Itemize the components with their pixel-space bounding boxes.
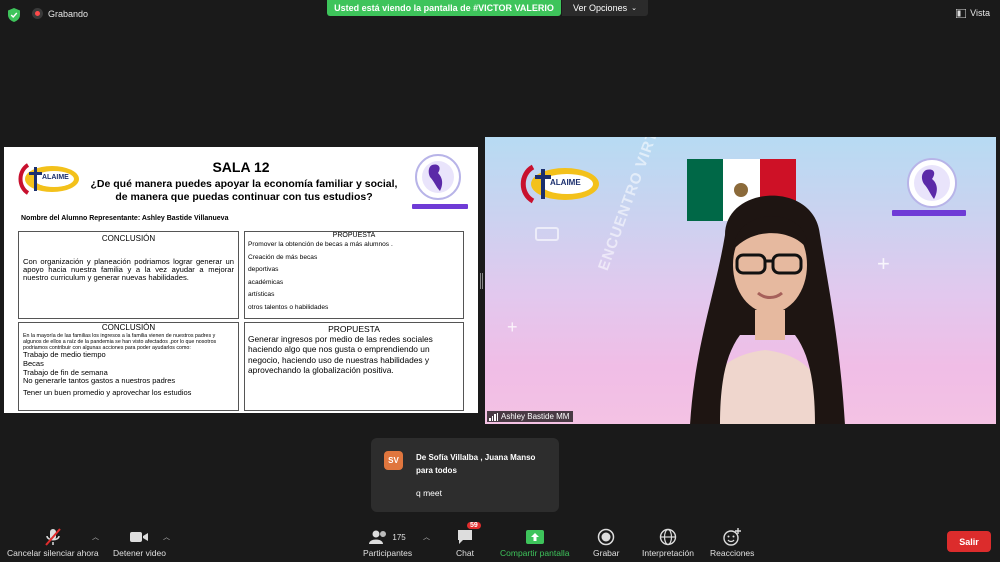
graduation-cap-decoration [535, 227, 559, 241]
chevron-down-icon: ⌄ [631, 5, 637, 12]
record-dot-icon [32, 8, 43, 19]
participants-options-caret[interactable]: ︿ [423, 532, 430, 542]
meeting-window: Grabando Usted está viendo la pantalla d… [0, 0, 1000, 562]
proposal-1-item: Promover la obtención de becas a más alu… [248, 241, 393, 248]
view-options-button[interactable]: Ver Opciones ⌄ [562, 0, 648, 16]
conclusion-box-2: CONCLUSIÓN En la mayoría de las familias… [18, 322, 239, 411]
meeting-toolbar: Cancelar silenciar ahora ︿ Detener video… [0, 520, 1000, 562]
proposal-1-item: académicas [248, 278, 284, 286]
interpretation-button[interactable]: Interpretación [642, 526, 694, 558]
plus-decoration: + [507, 317, 518, 337]
unmute-button[interactable]: Cancelar silenciar ahora [7, 526, 99, 558]
recording-label: Grabando [48, 8, 89, 19]
conclusion-2-header: CONCLUSIÓN [101, 323, 156, 332]
conclusion-2-item: No generarle tantos gastos a nuestros pa… [23, 376, 176, 386]
chat-button[interactable]: Chat [456, 526, 474, 558]
leave-button[interactable]: Salir [947, 531, 991, 552]
grid-view-icon [956, 8, 967, 18]
chat-bubble-icon [456, 526, 474, 548]
chat-label: Chat [456, 548, 474, 558]
participant-nametag: Ashley Bastide MM [487, 411, 574, 422]
conclusion-1-header: CONCLUSIÓN [101, 234, 156, 243]
chat-sender-avatar: SV [384, 451, 403, 470]
proposal-box-1: PROPUESTA Promover la obtención de becas… [244, 231, 464, 319]
stop-video-label: Detener video [113, 548, 166, 558]
view-options-label: Ver Opciones [573, 3, 628, 13]
shared-screen-slide: ALAIME SALA 12 ¿De qué manera puedes apo… [4, 147, 478, 413]
reactions-label: Reacciones [710, 548, 755, 558]
conclusion-2-item: Trabajo de medio tiempo [23, 350, 106, 360]
video-options-caret[interactable]: ︿ [163, 532, 170, 542]
chat-message: q meet [416, 488, 442, 498]
student-name: Nombre del Alumno Representante: Ashley … [21, 215, 229, 222]
alaime-logo-text: ALAIME [42, 174, 69, 181]
record-button[interactable]: Grabar [593, 526, 619, 558]
proposal-1-item: deportivas [248, 266, 279, 273]
proposal-1-item: artísticas [248, 291, 275, 298]
participants-label: Participantes [363, 548, 413, 558]
video-alaime-logo-text: ALAIME [550, 178, 581, 187]
share-screen-button[interactable]: Compartir pantalla [500, 526, 569, 558]
conclusion-2-body: En la mayoría de las familias los ingres… [19, 333, 238, 398]
proposal-1-header: PROPUESTA [332, 232, 376, 239]
microphone-muted-icon [43, 526, 63, 548]
proposal-1-item: Creación de más becas [248, 253, 318, 261]
view-label: Vista [970, 8, 990, 18]
proposal-2-header: PROPUESTA [328, 324, 380, 334]
conclusion-box-1: CONCLUSIÓN Con organización y planeación… [18, 231, 239, 319]
chat-sender: De Sofía Villalba , Juana Manso para tod… [416, 453, 536, 475]
stop-video-button[interactable]: Detener video [113, 526, 166, 558]
video-alaime-logo: ALAIME [515, 162, 600, 206]
proposal-1-item: otros talentos o habilidades [248, 303, 329, 311]
chat-notification-popup[interactable]: SV De Sofía Villalba , Juana Manso para … [371, 438, 559, 512]
signal-bars-icon [489, 412, 498, 421]
reactions-button[interactable]: Reacciones [710, 526, 754, 558]
proposal-box-2: PROPUESTA Generar ingresos por medio de … [244, 322, 464, 411]
interpretation-label: Interpretación [642, 548, 694, 558]
conclusion-1-text: Con organización y planeación podriamos … [23, 257, 234, 283]
split-view-divider[interactable] [480, 273, 483, 289]
smiley-add-icon [722, 526, 742, 548]
conclusion-2-item: Tener un buen promedio y aprovechar los … [23, 388, 192, 398]
view-button[interactable]: Vista [956, 8, 990, 18]
proposal-2-text: Generar ingresos por medio de las redes … [248, 334, 433, 376]
share-screen-label: Compartir pantalla [500, 548, 570, 558]
share-screen-icon [525, 526, 544, 548]
participants-button[interactable]: 175 Participantes [363, 526, 412, 558]
slide-title: SALA 12 [212, 159, 270, 175]
screen-share-banner: Usted está viendo la pantalla de #VICTOR… [327, 0, 561, 16]
participant-person [690, 195, 845, 424]
video-camera-icon [129, 526, 149, 548]
participants-icon: 175 [369, 526, 406, 548]
conclusion-2-intro: En la mayoría de las familias los ingres… [23, 333, 217, 351]
participant-video-tile[interactable]: ENCUENTRO VIRTUAL ALAIME + + Ashley Bast… [485, 137, 996, 424]
recording-indicator[interactable]: Grabando [32, 8, 88, 19]
participant-name: Ashley Bastide MM [501, 412, 570, 421]
chat-unread-badge: 59 [467, 522, 481, 529]
globe-icon [659, 526, 677, 548]
proposal-1-list: Promover la obtención de becas a más alu… [245, 239, 463, 314]
record-icon [597, 526, 615, 548]
audio-options-caret[interactable]: ︿ [92, 532, 99, 542]
security-shield-icon[interactable] [8, 8, 20, 22]
slide-question: ¿De qué manera puedes apoyar la economía… [90, 178, 398, 203]
record-label: Grabar [593, 548, 620, 558]
participants-count: 175 [392, 532, 406, 542]
unmute-label: Cancelar silenciar ahora [7, 548, 99, 558]
